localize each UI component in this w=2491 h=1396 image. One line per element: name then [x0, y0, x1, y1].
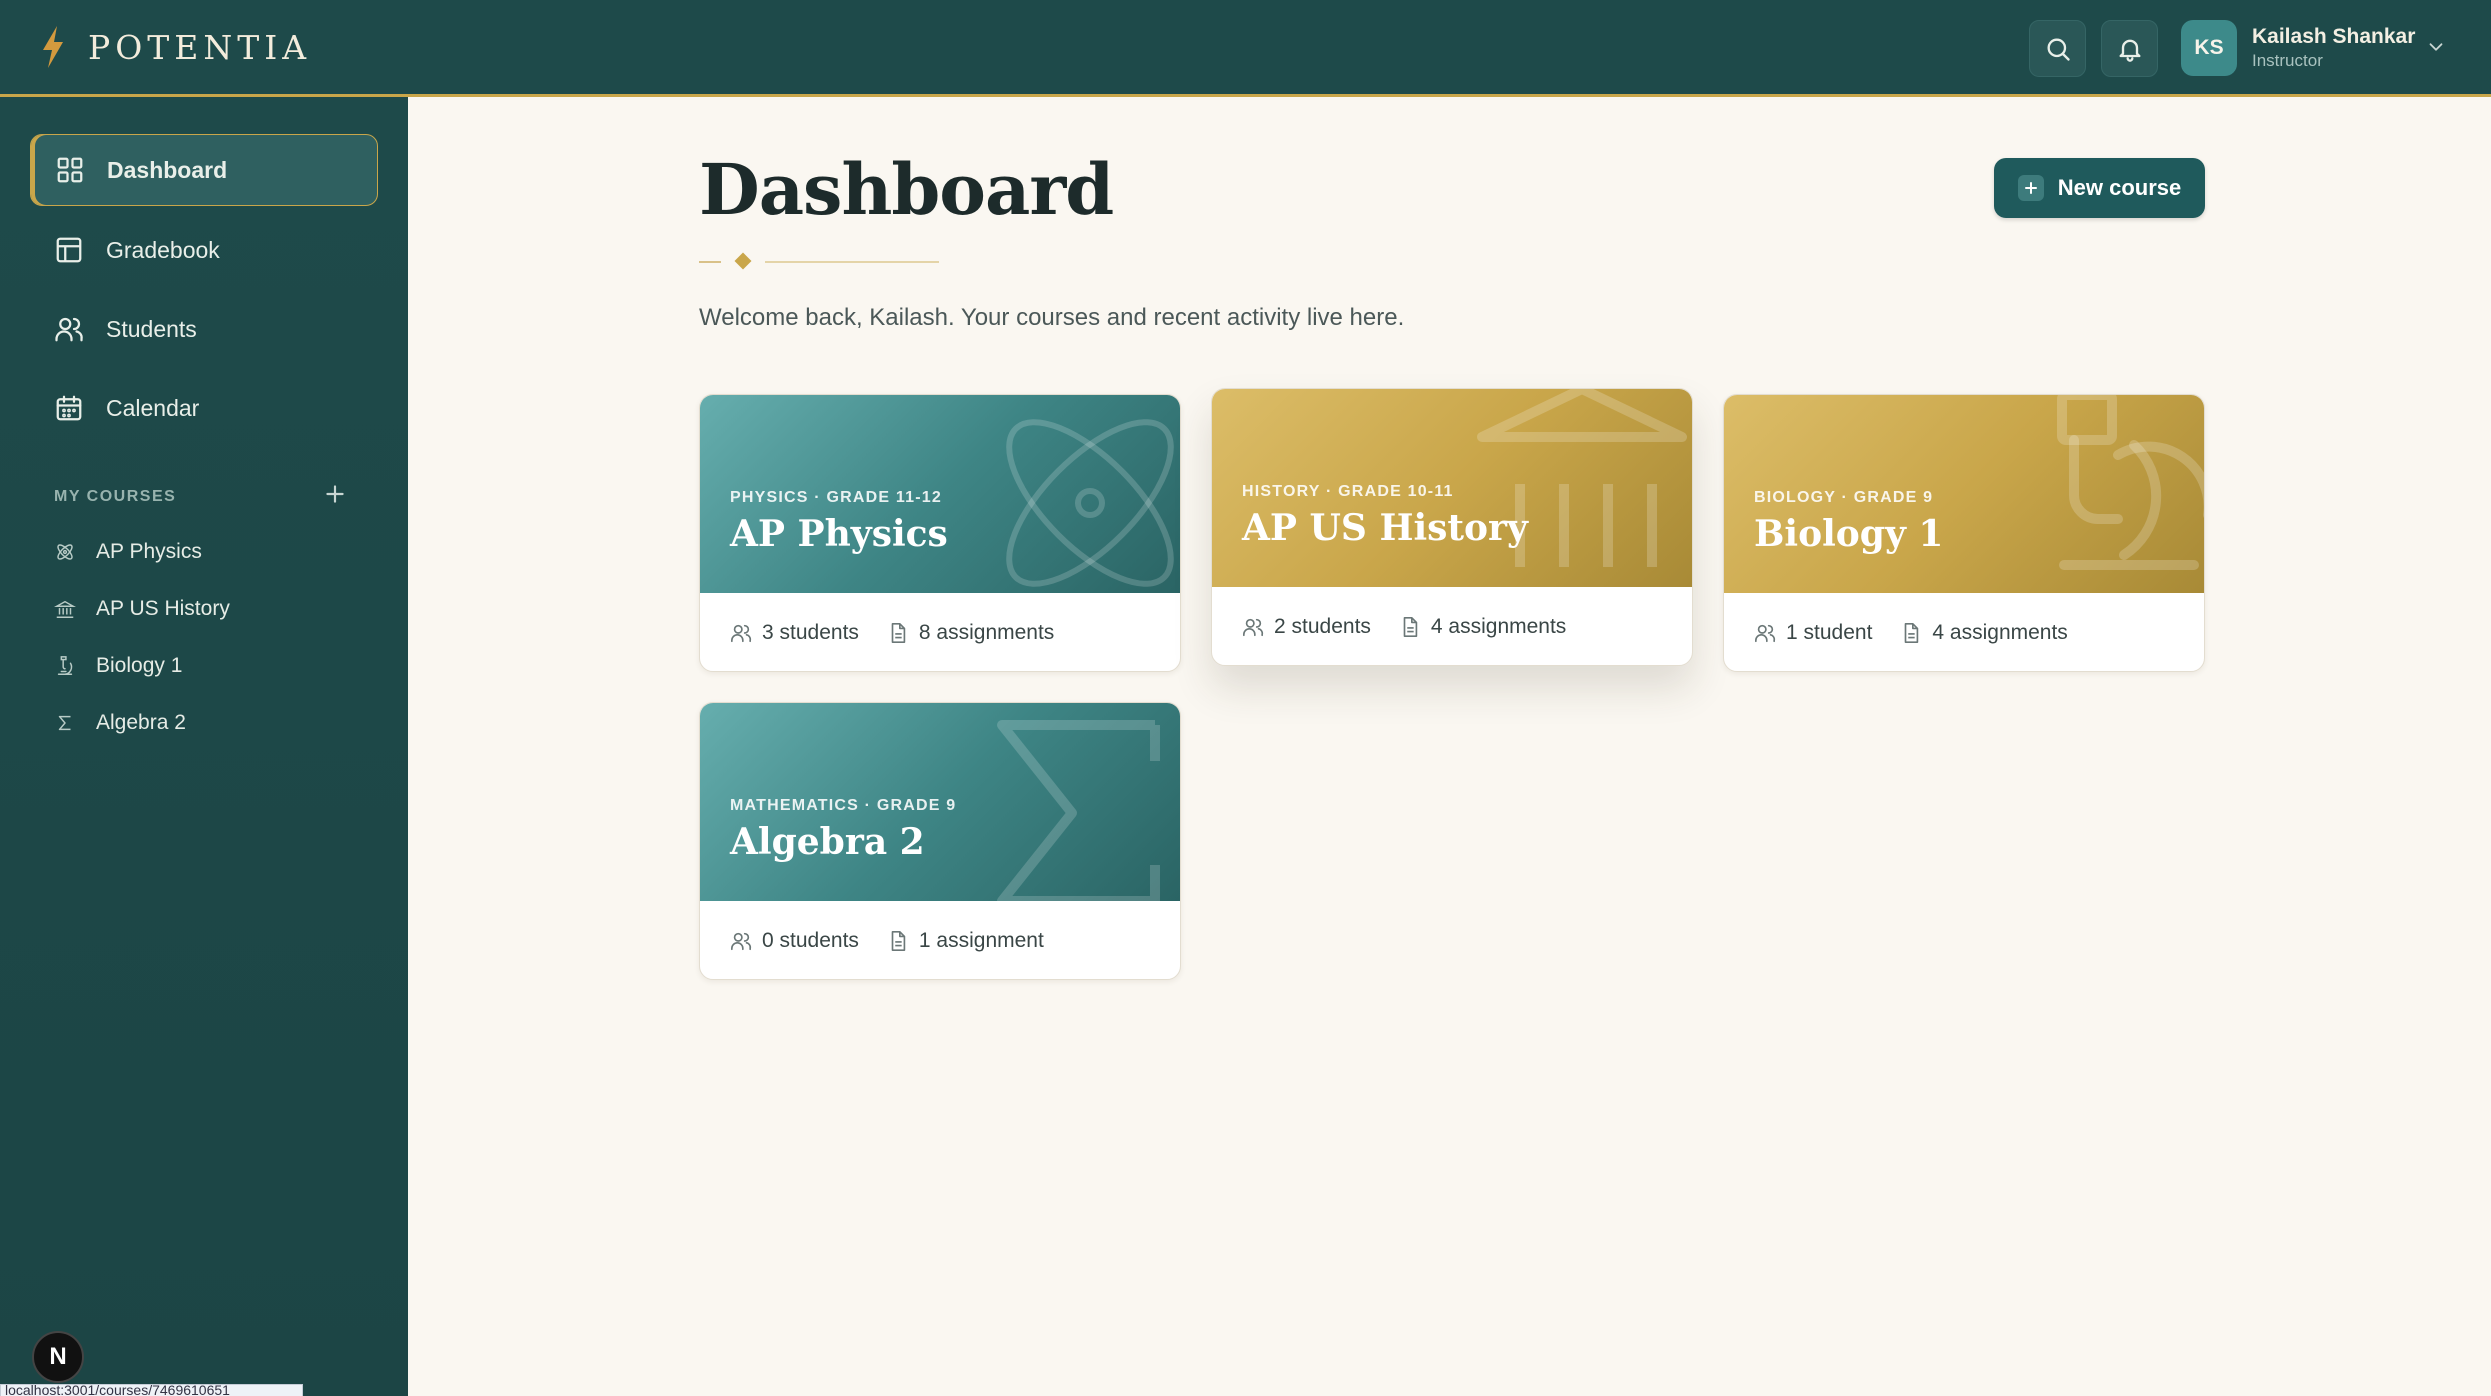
title-ornament	[699, 252, 939, 270]
document-icon	[891, 931, 906, 951]
top-bar: POTENTIA KS Kailash Shankar Instructor	[0, 0, 2491, 97]
app-logo[interactable]: POTENTIA	[40, 26, 311, 68]
users-icon	[731, 932, 752, 951]
course-title: AP Physics	[730, 513, 948, 555]
document-icon	[891, 623, 906, 643]
sidebar-course-ap-us-history[interactable]: AP US History	[54, 592, 230, 626]
course-kicker: MATHEMATICS · GRADE 9	[730, 797, 957, 814]
assignments-count: 1 assignment	[887, 929, 1044, 953]
microscope-icon	[57, 656, 73, 675]
add-course-icon[interactable]	[322, 481, 348, 507]
card-footer: 0 students 1 assignment	[700, 901, 1180, 979]
new-course-button[interactable]: New course	[1994, 158, 2205, 218]
card-footer: 2 students 4 assignments	[1212, 587, 1692, 665]
assignments-count: 4 assignments	[1900, 621, 2068, 645]
sidebar-item-dashboard[interactable]: Dashboard	[30, 134, 378, 206]
sidebar-item-calendar[interactable]: Calendar	[30, 372, 378, 444]
course-link-label: AP US History	[96, 597, 230, 620]
course-card-algebra-2[interactable]: MATHEMATICS · GRADE 9 Algebra 2 0 studen…	[699, 702, 1181, 980]
table-icon	[56, 237, 82, 263]
students-count: 3 students	[730, 621, 859, 645]
course-title: Algebra 2	[730, 821, 925, 863]
avatar[interactable]: KS	[2181, 20, 2237, 76]
sidebar-item-label: Calendar	[106, 394, 200, 421]
dev-tools-badge[interactable]: N	[32, 1331, 84, 1383]
card-header: MATHEMATICS · GRADE 9 Algebra 2	[700, 703, 1180, 901]
search-button[interactable]	[2029, 20, 2086, 77]
sidebar-item-gradebook[interactable]: Gradebook	[30, 214, 378, 286]
app-name: POTENTIA	[88, 27, 312, 67]
document-icon	[1905, 623, 1919, 643]
status-bar-url: localhost:3001/courses/7469610651	[0, 1384, 303, 1396]
users-icon	[55, 317, 83, 342]
sidebar-item-students[interactable]: Students	[30, 293, 378, 365]
sidebar: Dashboard Gradebook Students Calendar MY…	[0, 97, 408, 1396]
card-header: PHYSICS · GRADE 11-12 AP Physics	[700, 395, 1180, 593]
microscope-icon	[2057, 395, 2204, 570]
building-icon	[54, 600, 76, 618]
course-title: AP US History	[1242, 507, 1528, 549]
sigma-icon	[997, 720, 1160, 901]
sigma-icon	[58, 715, 71, 731]
notifications-button[interactable]	[2101, 20, 2158, 77]
course-kicker: PHYSICS · GRADE 11-12	[730, 489, 942, 506]
user-role: Instructor	[2252, 51, 2323, 70]
sidebar-course-biology-1[interactable]: Biology 1	[54, 649, 182, 683]
course-link-label: Algebra 2	[96, 711, 186, 734]
course-link-label: Biology 1	[96, 654, 183, 677]
atom-icon	[57, 544, 73, 560]
page-title: Dashboard	[699, 148, 1114, 231]
welcome-message: Welcome back, Kailash. Your courses and …	[699, 304, 1405, 331]
users-icon	[1243, 618, 1264, 637]
assignments-count: 8 assignments	[887, 621, 1054, 645]
assignments-count: 4 assignments	[1399, 615, 1566, 639]
lightning-bolt-icon	[43, 26, 63, 68]
course-link-label: AP Physics	[96, 540, 202, 563]
course-kicker: HISTORY · GRADE 10-11	[1242, 483, 1454, 500]
building-icon	[1477, 389, 1687, 567]
course-card-biology-1[interactable]: BIOLOGY · GRADE 9 Biology 1 1 student 4 …	[1723, 394, 2205, 672]
students-count: 2 students	[1242, 615, 1371, 639]
course-title: Biology 1	[1754, 513, 1944, 555]
new-course-label: New course	[2057, 175, 2182, 200]
sidebar-course-algebra-2[interactable]: Algebra 2	[54, 706, 186, 740]
chevron-down-icon[interactable]	[2425, 36, 2447, 58]
grid-icon	[57, 157, 83, 183]
course-card-ap-us-history[interactable]: HISTORY · GRADE 10-11 AP US History 2 st…	[1211, 388, 1693, 666]
calendar-icon	[56, 395, 82, 421]
bell-icon	[2119, 39, 2140, 62]
card-footer: 1 student 4 assignments	[1724, 593, 2204, 671]
sidebar-item-label: Dashboard	[107, 156, 228, 183]
document-icon	[1403, 617, 1418, 637]
card-header: BIOLOGY · GRADE 9 Biology 1	[1724, 395, 2204, 593]
atom-icon	[1006, 419, 1174, 587]
sidebar-course-ap-physics[interactable]: AP Physics	[54, 535, 202, 569]
users-icon	[731, 624, 752, 643]
course-kicker: BIOLOGY · GRADE 9	[1754, 489, 1934, 506]
course-card-ap-physics[interactable]: PHYSICS · GRADE 11-12 AP Physics 3 stude…	[699, 394, 1181, 672]
card-footer: 3 students 8 assignments	[700, 593, 1180, 671]
card-header: HISTORY · GRADE 10-11 AP US History	[1212, 389, 1692, 587]
sidebar-item-label: Gradebook	[106, 236, 220, 263]
user-name[interactable]: Kailash Shankar	[2252, 25, 2415, 49]
my-courses-label: MY COURSES	[54, 488, 177, 505]
sidebar-item-label: Students	[106, 315, 197, 342]
students-count: 0 students	[730, 929, 859, 953]
users-icon	[1755, 624, 1776, 643]
plus-icon	[2017, 175, 2044, 201]
students-count: 1 student	[1754, 621, 1872, 645]
search-icon	[2047, 38, 2070, 61]
